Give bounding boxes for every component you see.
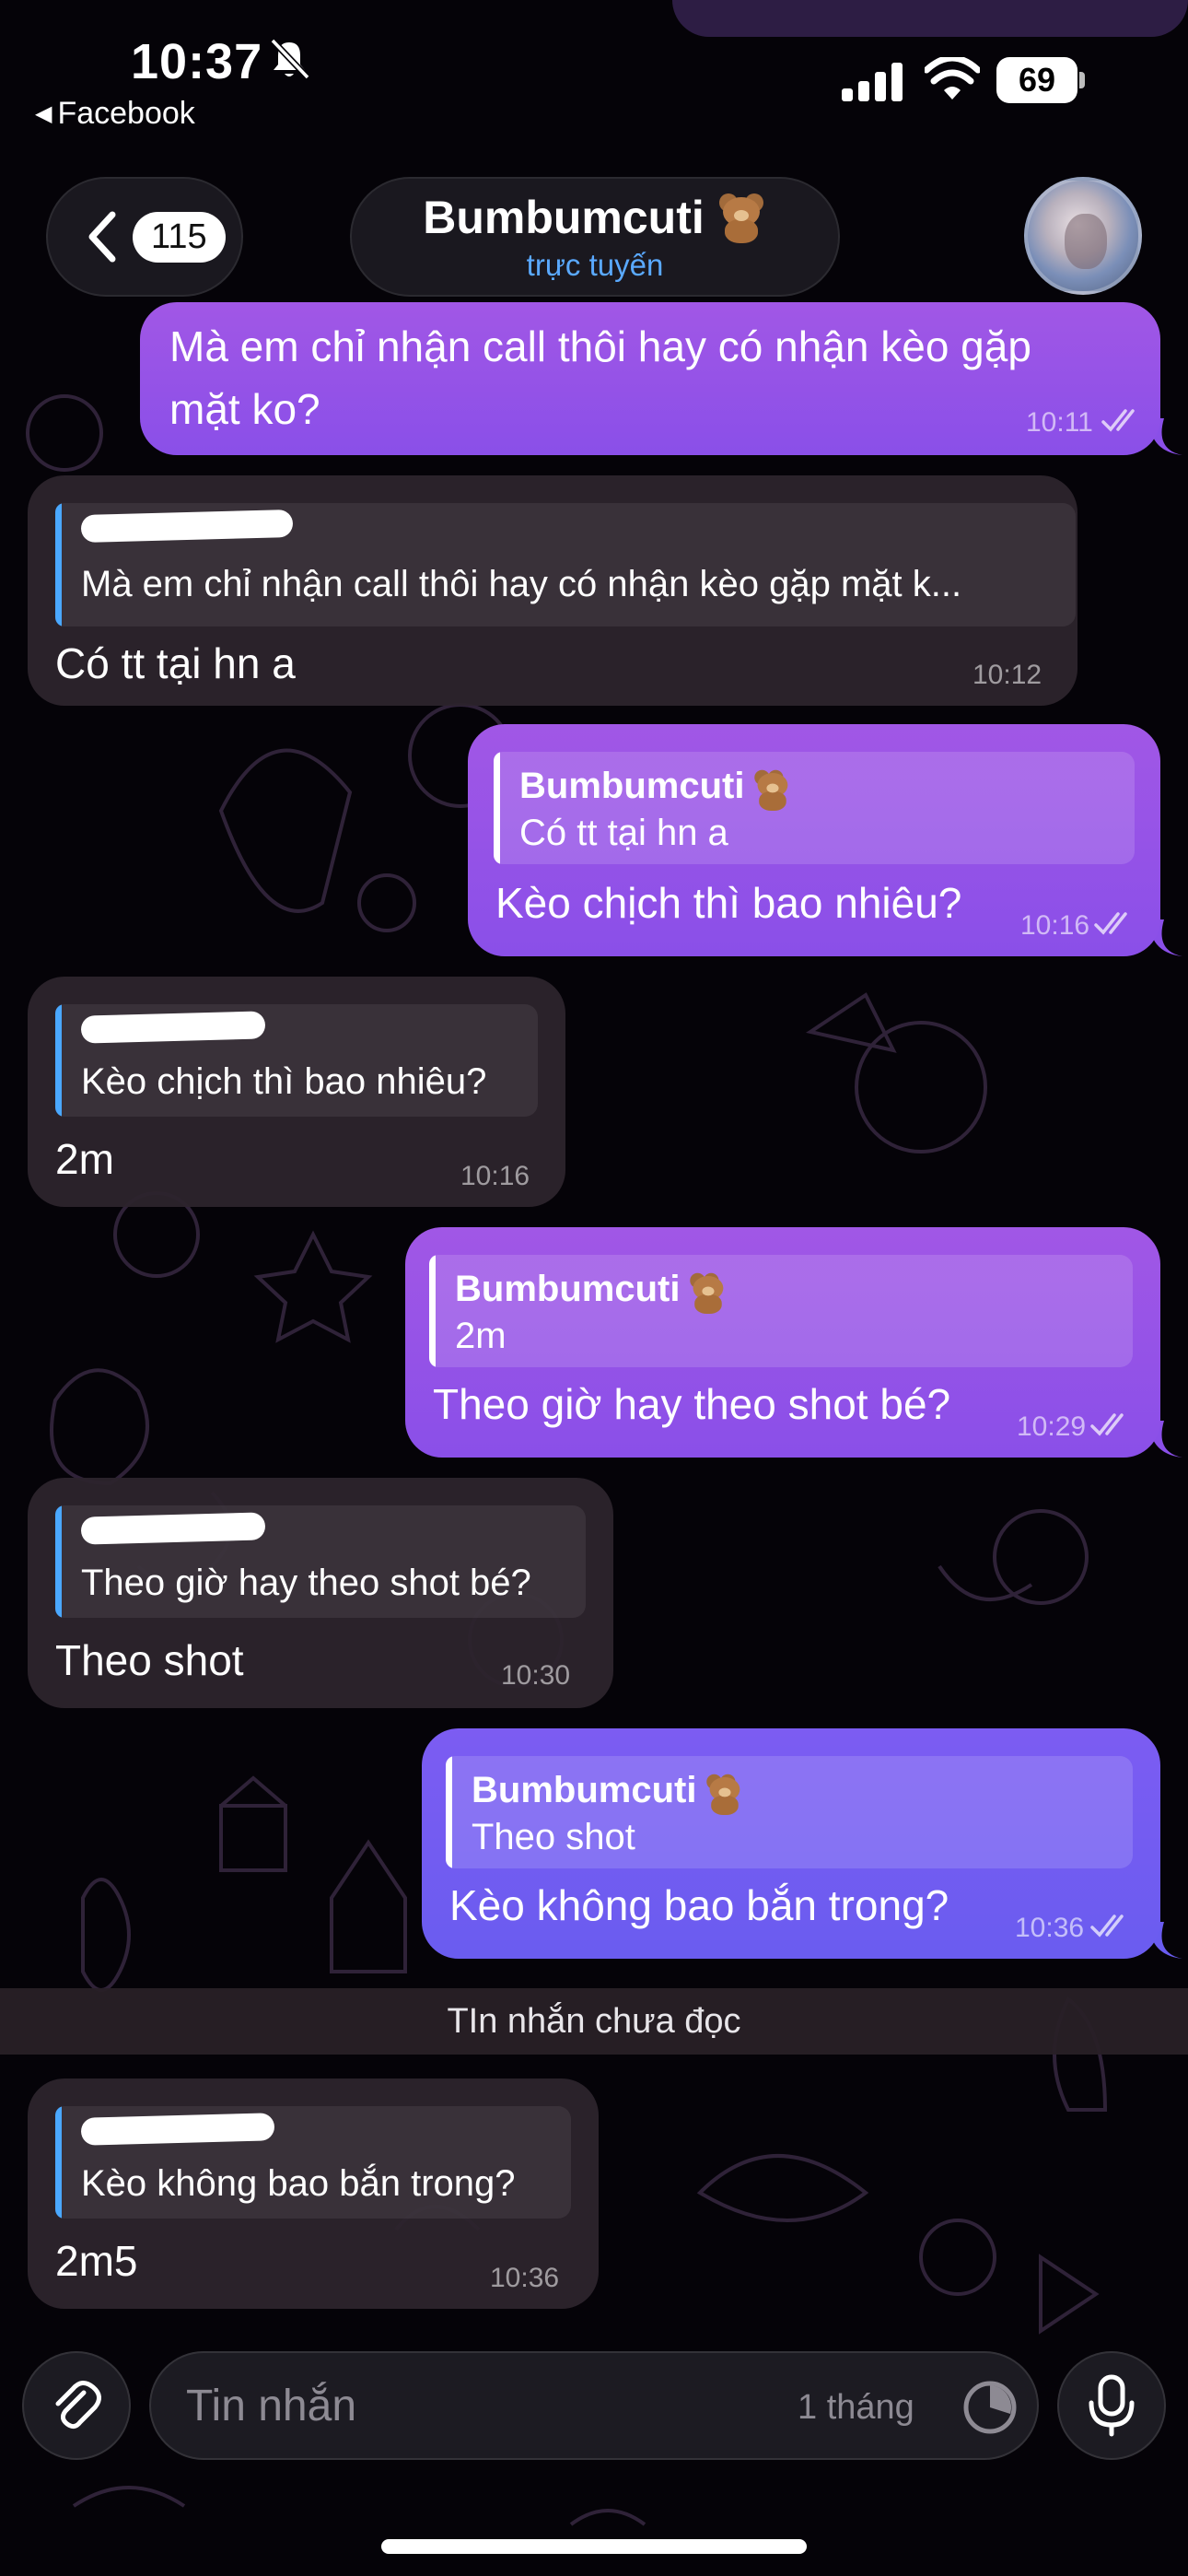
message-text: Kèo chịch thì bao nhiêu? [495, 879, 962, 927]
double-check-icon [1090, 1413, 1124, 1436]
message-text: Có tt tại hn a [55, 639, 296, 687]
wifi-icon [925, 57, 980, 100]
teddy-bear-emoji-icon [687, 1271, 724, 1315]
quote-text: Mà em chỉ nhận call thôi hay có nhận kèo… [81, 564, 962, 604]
status-bar: 10:37 ◀ Facebook 69 [0, 0, 1188, 132]
message-bubble-outgoing[interactable]: Bumbumcuti Theo shot Kèo không bao bắn t… [422, 1728, 1160, 1959]
reply-quote[interactable]: Bumbumcuti Có tt tại hn a [494, 752, 1135, 864]
message-text: Theo shot [55, 1636, 244, 1684]
home-indicator[interactable] [381, 2539, 807, 2554]
paperclip-icon [55, 2381, 101, 2430]
auto-delete-timer-label[interactable]: 1 tháng [798, 2388, 914, 2428]
message-time: 10:11 [1026, 407, 1093, 438]
microphone-icon [1089, 2374, 1135, 2437]
unread-messages-divider: TIn nhắn chưa đọc [0, 1988, 1188, 2055]
message-time: 10:16 [460, 1161, 530, 1191]
message-bubble-outgoing[interactable]: Bumbumcuti Có tt tại hn a Kèo chịch thì … [468, 724, 1160, 956]
chevron-left-icon [88, 211, 116, 263]
message-text-line: mặt ko? [169, 385, 320, 433]
signal-icon [842, 63, 903, 101]
clock: 10:37 [131, 34, 263, 89]
redacted-sender-name [80, 1512, 266, 1545]
quote-text: Kèo không bao bắn trong? [81, 2163, 516, 2204]
message-time: 10:36 [1015, 1913, 1085, 1943]
message-bubble-incoming[interactable]: Kèo không bao bắn trong? 2m5 10:36 [28, 2078, 599, 2309]
message-text-line: Mà em chỉ nhận call thôi hay có nhận kèo… [169, 322, 1031, 370]
message-input[interactable]: Tin nhắn 1 tháng [149, 2351, 1039, 2460]
teddy-bear-emoji-icon [704, 1773, 740, 1816]
message-time: 10:36 [490, 2263, 560, 2293]
reply-quote[interactable]: Bumbumcuti 2m [429, 1255, 1133, 1367]
bell-slash-icon [270, 38, 310, 80]
quote-sender: Bumbumcuti [519, 765, 794, 812]
teddy-bear-emoji-icon [751, 768, 788, 812]
message-text: Theo giờ hay theo shot bé? [433, 1380, 951, 1428]
contact-avatar[interactable] [1024, 177, 1142, 295]
unread-count-badge: 115 [133, 211, 226, 263]
redacted-sender-name [80, 509, 294, 544]
back-triangle-icon: ◀ [35, 101, 52, 126]
microphone-button[interactable] [1057, 2351, 1166, 2460]
double-check-icon [1090, 1914, 1124, 1938]
message-time: 10:29 [1017, 1411, 1087, 1442]
redacted-sender-name [80, 2113, 275, 2146]
message-time: 10:12 [973, 660, 1042, 690]
attach-button[interactable] [22, 2351, 131, 2460]
message-input-placeholder: Tin nhắn [186, 2382, 357, 2430]
quote-text: Theo shot [472, 1817, 635, 1857]
online-status: trực tuyến [526, 248, 664, 282]
reply-quote[interactable]: Kèo không bao bắn trong? [55, 2106, 571, 2219]
message-time: 10:16 [1020, 910, 1090, 941]
reply-quote[interactable]: Bumbumcuti Theo shot [446, 1756, 1133, 1868]
chat-title: Bumbumcuti [423, 191, 767, 244]
auto-delete-timer-icon[interactable] [961, 2379, 1019, 2436]
quote-text: 2m [455, 1316, 507, 1356]
quote-text: Có tt tại hn a [519, 813, 728, 853]
reply-quote[interactable]: Kèo chịch thì bao nhiêu? [55, 1004, 538, 1117]
message-bubble-incoming[interactable]: Theo giờ hay theo shot bé? Theo shot 10:… [28, 1478, 613, 1708]
chat-title-button[interactable]: Bumbumcuti trực tuyến [350, 177, 840, 297]
double-check-icon [1094, 912, 1127, 935]
reply-quote[interactable]: Mà em chỉ nhận call thôi hay có nhận kèo… [55, 503, 1076, 626]
reply-quote[interactable]: Theo giờ hay theo shot bé? [55, 1505, 586, 1618]
back-button[interactable]: 115 [46, 177, 243, 297]
message-bubble-incoming[interactable]: Kèo chịch thì bao nhiêu? 2m 10:16 [28, 977, 565, 1207]
message-text: 2m [55, 1135, 114, 1183]
message-bubble-outgoing[interactable]: Bumbumcuti 2m Theo giờ hay theo shot bé?… [405, 1227, 1160, 1458]
message-bubble-incoming[interactable]: Mà em chỉ nhận call thôi hay có nhận kèo… [28, 475, 1077, 706]
message-text: 2m5 [55, 2237, 138, 2285]
back-to-app-link[interactable]: ◀ Facebook [35, 96, 195, 132]
message-time: 10:30 [501, 1660, 571, 1691]
chat-title-text: Bumbumcuti [423, 192, 705, 243]
battery-level: 69 [996, 57, 1077, 103]
quote-sender: Bumbumcuti [455, 1268, 729, 1315]
message-text: Kèo không bao bắn trong? [449, 1881, 949, 1929]
quote-sender: Bumbumcuti [472, 1769, 746, 1816]
quote-text: Theo giờ hay theo shot bé? [81, 1563, 531, 1603]
teddy-bear-emoji-icon [716, 192, 767, 243]
double-check-icon [1101, 409, 1135, 432]
battery-icon: 69 [996, 57, 1085, 103]
quote-text: Kèo chịch thì bao nhiêu? [81, 1061, 487, 1102]
redacted-sender-name [80, 1011, 266, 1044]
back-app-label: Facebook [57, 96, 195, 131]
message-bubble-outgoing[interactable]: Mà em chỉ nhận call thôi hay có nhận kèo… [140, 302, 1160, 455]
